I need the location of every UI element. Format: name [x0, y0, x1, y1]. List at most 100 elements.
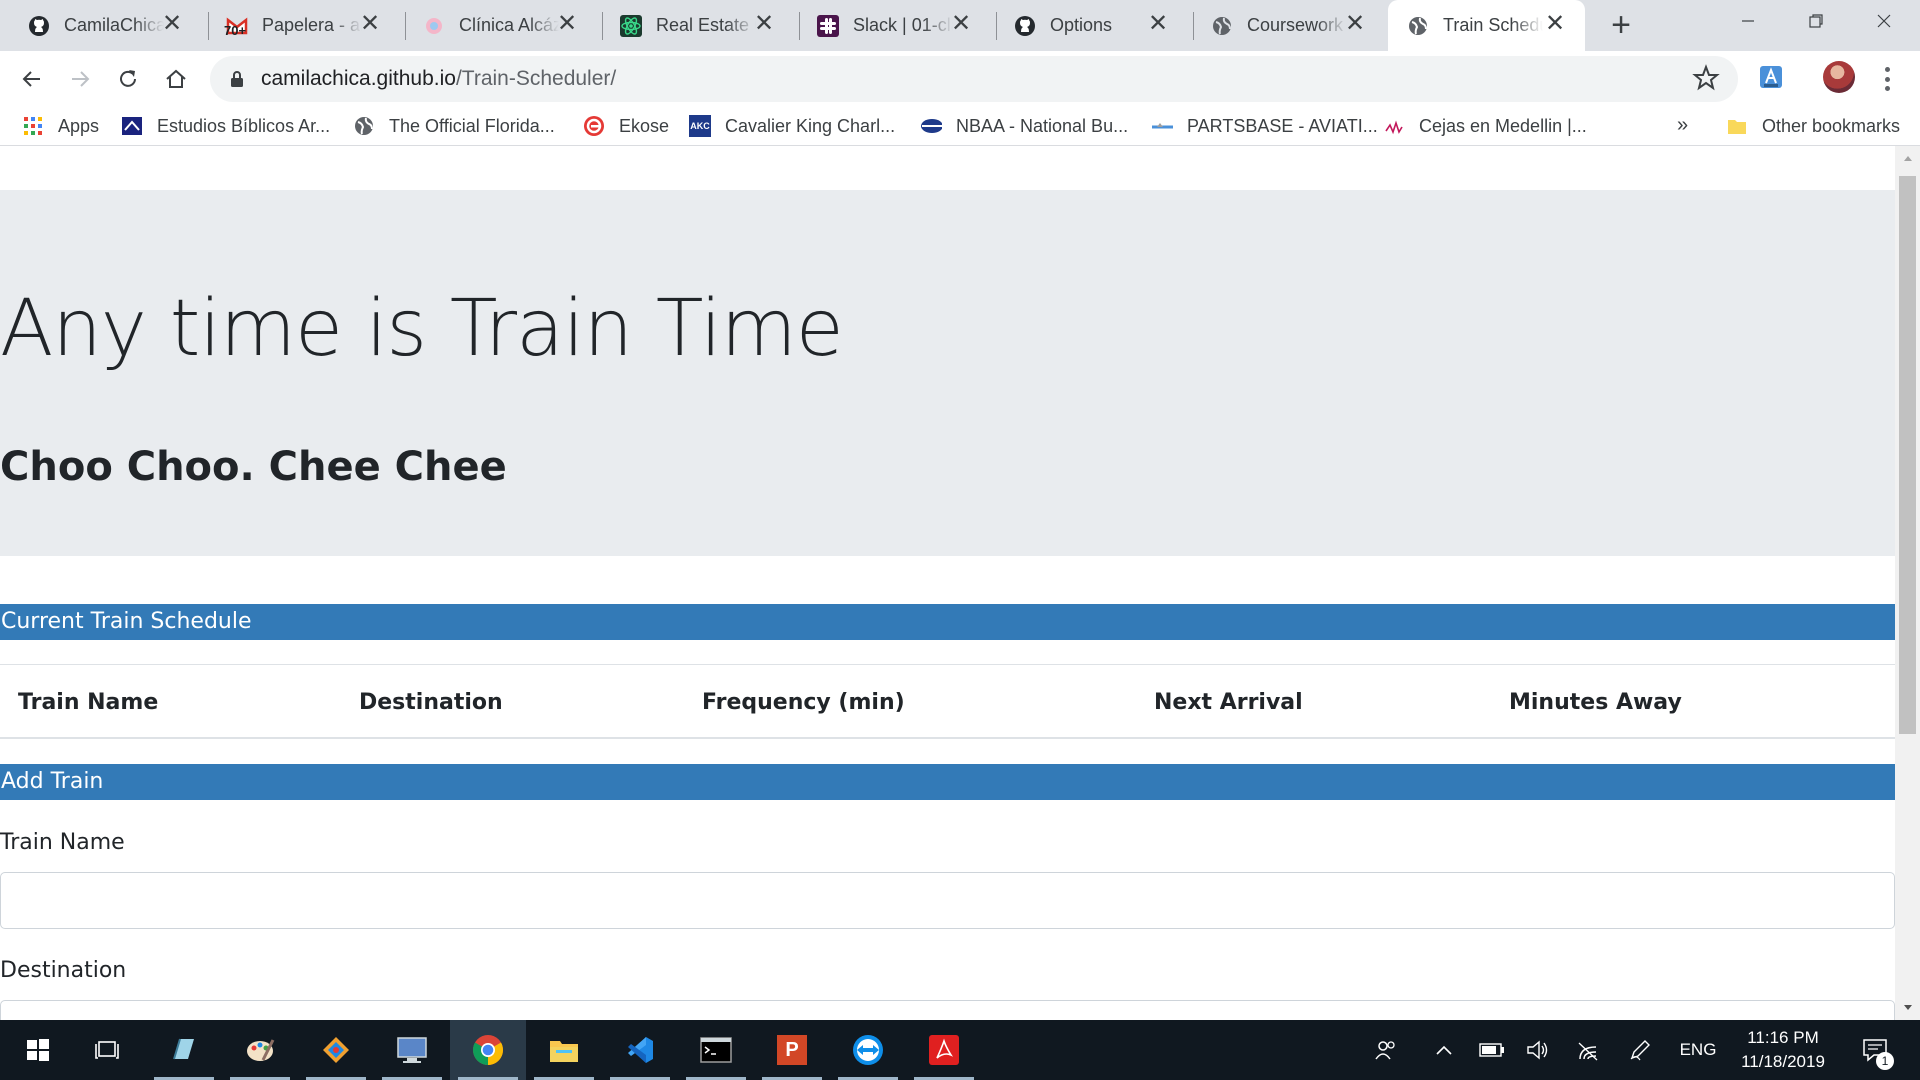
tab-slack[interactable]: Slack | 01-cla ✕ [791, 0, 991, 51]
bookmark-star-icon[interactable] [1692, 64, 1720, 97]
start-button[interactable] [0, 1020, 76, 1080]
close-icon[interactable]: ✕ [1543, 12, 1567, 37]
tab-title: CamilaChica [64, 15, 164, 35]
bookmark-label: Ekose [619, 115, 670, 136]
bookmark-ekose[interactable]: Ekose [583, 114, 669, 138]
scrollbar-thumb[interactable] [1899, 176, 1916, 734]
close-icon [1877, 14, 1891, 28]
home-icon [166, 69, 186, 88]
vscode-icon [628, 1037, 653, 1063]
notepad-icon [173, 1038, 194, 1060]
windows-logo-icon [27, 1039, 49, 1061]
table-border-bottom [0, 737, 1895, 739]
close-icon[interactable]: ✕ [555, 12, 579, 37]
page-scrollbar[interactable] [1895, 146, 1920, 1020]
volume-icon[interactable] [1520, 1020, 1556, 1080]
minimize-icon [1742, 20, 1754, 22]
minimize-button[interactable] [1714, 0, 1782, 42]
tab-options[interactable]: Options ✕ [988, 0, 1188, 51]
schedule-panel-heading: Current Train Schedule [0, 604, 1895, 640]
lock-icon [230, 70, 244, 93]
column-header-destination: Destination [359, 690, 503, 715]
bookmarks-bar: Apps Estudios Bíblicos Ar... The Officia… [0, 106, 1920, 146]
tab-papelera[interactable]: 70+ Papelera - ar ✕ [200, 0, 400, 51]
close-window-button[interactable] [1850, 0, 1918, 42]
pen-icon[interactable] [1622, 1020, 1658, 1080]
bookmark-partsbase[interactable]: PARTSBASE - AVIATI... [1151, 114, 1378, 138]
powerpoint-icon: P [777, 1035, 807, 1065]
url-host: camilachica.github.io [261, 67, 456, 90]
tab-clinica[interactable]: Clínica Alcáz ✕ [397, 0, 597, 51]
bookmark-official-florida[interactable]: The Official Florida... [353, 114, 555, 138]
akc-icon: AKC [689, 115, 711, 137]
tab-camilachica[interactable]: CamilaChica ✕ [2, 0, 202, 51]
home-button[interactable] [158, 61, 194, 97]
tab-train-scheduler[interactable]: Train Schedu ✕ [1388, 0, 1585, 51]
taskbar-acrobat-app[interactable] [906, 1020, 982, 1080]
other-bookmarks-folder[interactable]: Other bookmarks [1726, 114, 1900, 138]
destination-input[interactable] [0, 1000, 1895, 1020]
git-diamond-icon [323, 1037, 349, 1063]
taskbar-powerpoint-app[interactable]: P [754, 1020, 830, 1080]
taskbar-remote-desktop-app[interactable] [374, 1020, 450, 1080]
new-tab-button[interactable]: + [1603, 8, 1639, 44]
chrome-icon [472, 1035, 504, 1065]
globe-icon [1407, 15, 1429, 37]
taskbar-notepad-app[interactable] [146, 1020, 222, 1080]
bookmark-label: Cavalier King Charl... [725, 115, 896, 136]
train-name-input[interactable] [0, 872, 1895, 929]
bookmark-cavalier-king[interactable]: AKC Cavalier King Charl... [689, 114, 895, 138]
wifi-icon[interactable] [1570, 1020, 1606, 1080]
language-indicator[interactable]: ENG [1672, 1020, 1724, 1080]
scroll-down-icon[interactable] [1895, 998, 1920, 1018]
column-header-minutes-away: Minutes Away [1509, 690, 1682, 715]
system-clock[interactable]: 11:16 PM 11/18/2019 [1724, 1026, 1842, 1074]
scroll-up-icon[interactable] [1895, 148, 1920, 168]
bookmark-apps[interactable]: Apps [22, 114, 99, 138]
url-text: camilachica.github.io/Train-Scheduler/ [261, 67, 616, 91]
close-icon[interactable]: ✕ [1146, 12, 1170, 37]
bookmarks-overflow-button[interactable]: » [1677, 114, 1688, 137]
nbaa-icon [920, 115, 942, 137]
close-icon[interactable]: ✕ [160, 12, 184, 37]
action-center-button[interactable]: 1 [1852, 1020, 1898, 1080]
bookmark-nbaa[interactable]: NBAA - National Bu... [920, 114, 1128, 138]
address-bar[interactable]: camilachica.github.io/Train-Scheduler/ [210, 56, 1738, 102]
bookmark-cejas-medellin[interactable]: Cejas en Medellin |... [1383, 114, 1587, 138]
menu-icon[interactable] [1877, 64, 1897, 94]
chevron-up-icon[interactable] [1426, 1020, 1462, 1080]
forward-button[interactable] [62, 61, 98, 97]
reload-button[interactable] [110, 61, 146, 97]
close-icon[interactable]: ✕ [949, 12, 973, 37]
people-icon[interactable] [1366, 1020, 1404, 1080]
column-header-next-arrival: Next Arrival [1154, 690, 1303, 715]
close-icon[interactable]: ✕ [1343, 12, 1367, 37]
bookmark-label: Apps [58, 115, 100, 136]
tab-coursework[interactable]: Coursework ✕ [1185, 0, 1385, 51]
profile-avatar[interactable] [1823, 61, 1855, 93]
gmail-badge: 70+ [224, 22, 247, 38]
battery-icon[interactable] [1474, 1020, 1510, 1080]
github-icon [1014, 15, 1036, 37]
taskbar-terminal-app[interactable] [678, 1020, 754, 1080]
windows-taskbar: P ENG 11:16 PM 11/18/2019 1 [0, 1020, 1920, 1080]
restore-button[interactable] [1782, 0, 1850, 42]
tab-real-estate[interactable]: Real Estate C ✕ [594, 0, 794, 51]
url-path: /Train-Scheduler/ [455, 67, 617, 90]
task-view-button[interactable] [70, 1020, 146, 1080]
teamviewer-icon [853, 1035, 883, 1065]
back-button[interactable] [14, 61, 50, 97]
taskbar-teamviewer-app[interactable] [830, 1020, 906, 1080]
globe-icon [1211, 15, 1233, 37]
clock-time: 11:16 PM [1747, 1028, 1819, 1047]
taskbar-paint-app[interactable] [222, 1020, 298, 1080]
close-icon[interactable]: ✕ [752, 12, 776, 37]
page-viewport: Any time is Train Time Choo Choo. Chee C… [0, 146, 1895, 1020]
close-icon[interactable]: ✕ [358, 12, 382, 37]
taskbar-git-app[interactable] [298, 1020, 374, 1080]
taskbar-file-explorer-app[interactable] [526, 1020, 602, 1080]
taskbar-vscode-app[interactable] [602, 1020, 678, 1080]
bookmark-estudios-biblicos[interactable]: Estudios Bíblicos Ar... [121, 114, 330, 138]
taskbar-chrome-app[interactable] [450, 1020, 526, 1080]
extension-icon[interactable] [1758, 64, 1784, 90]
